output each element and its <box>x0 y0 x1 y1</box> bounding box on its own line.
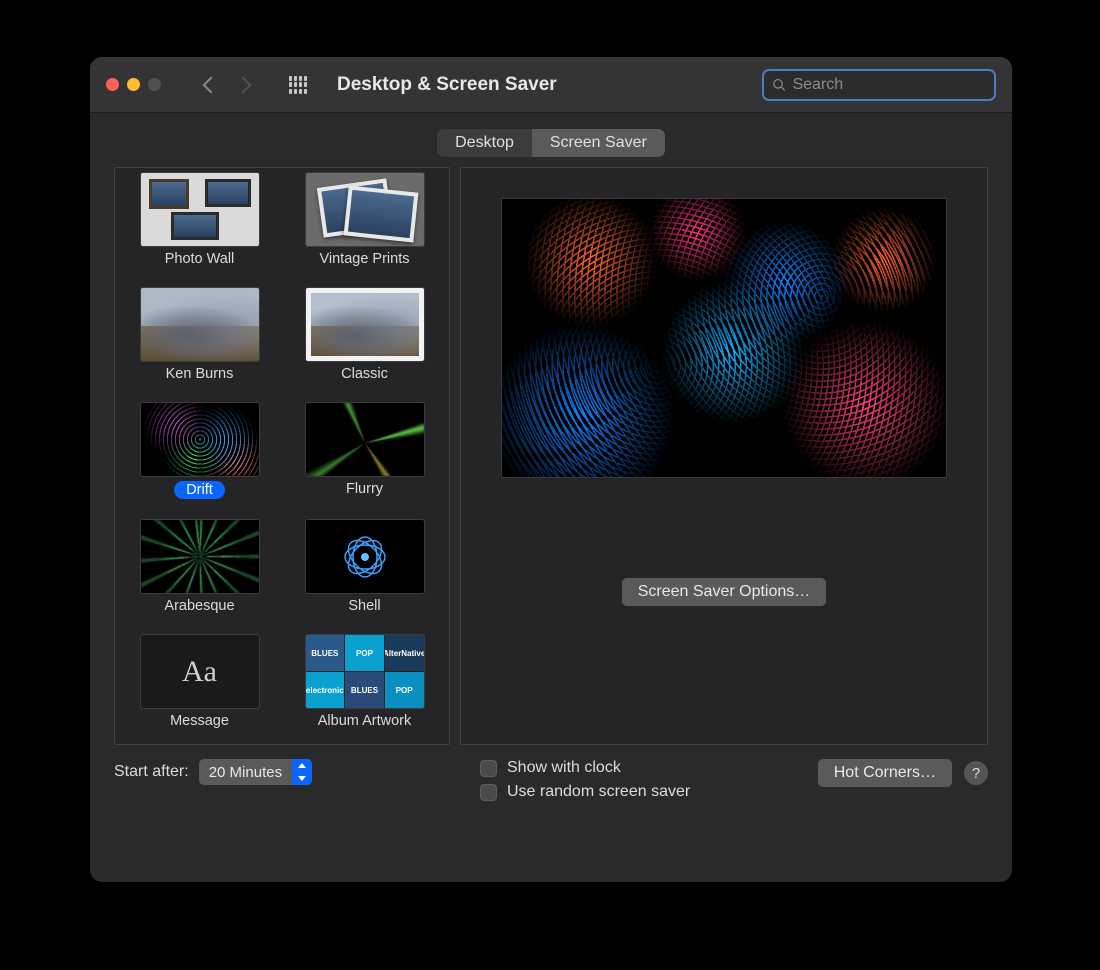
back-button[interactable] <box>203 76 220 93</box>
screensaver-list[interactable]: Photo Wall Vintage Prints Ken Burns Clas… <box>114 167 450 745</box>
footer-controls: Start after: 20 Minutes Show with clock … <box>114 745 988 801</box>
saver-label: Arabesque <box>164 598 234 614</box>
search-icon <box>772 77 786 93</box>
saver-label: Shell <box>348 598 380 614</box>
checkbox-label: Show with clock <box>507 759 621 777</box>
hot-corners-button[interactable]: Hot Corners… <box>818 759 952 787</box>
saver-label: Album Artwork <box>318 713 411 729</box>
random-saver-checkbox[interactable]: Use random screen saver <box>480 783 792 801</box>
saver-classic[interactable]: Classic <box>286 287 443 382</box>
thumb-album-artwork: BLUESPOPAlterNativeelectronicBLUESPOP <box>305 634 425 709</box>
thumb-photo-wall <box>140 172 260 247</box>
checkbox-icon <box>480 784 497 801</box>
tab-segmented-control: Desktop Screen Saver <box>437 129 665 157</box>
thumb-flurry <box>305 402 425 477</box>
preview-panel: Screen Saver Options… <box>460 167 988 745</box>
saver-message[interactable]: Aa Message <box>121 634 278 729</box>
screen-saver-options-button[interactable]: Screen Saver Options… <box>622 578 827 606</box>
zoom-window-button[interactable] <box>148 78 161 91</box>
nav-buttons <box>205 79 249 91</box>
select-stepper-icon <box>292 759 312 785</box>
preferences-window: Desktop & Screen Saver Desktop Screen Sa… <box>90 57 1012 882</box>
thumb-classic <box>305 287 425 362</box>
saver-label: Message <box>170 713 229 729</box>
forward-button <box>235 76 252 93</box>
saver-photo-wall[interactable]: Photo Wall <box>121 172 278 267</box>
saver-label: Photo Wall <box>165 251 235 267</box>
start-after-label: Start after: <box>114 763 189 781</box>
saver-ken-burns[interactable]: Ken Burns <box>121 287 278 382</box>
saver-label: Vintage Prints <box>319 251 409 267</box>
traffic-lights <box>106 78 161 91</box>
show-all-icon[interactable] <box>289 76 307 94</box>
show-with-clock-checkbox[interactable]: Show with clock <box>480 759 792 777</box>
content-area: Photo Wall Vintage Prints Ken Burns Clas… <box>90 167 1012 882</box>
tab-desktop[interactable]: Desktop <box>437 129 532 157</box>
saver-album-artwork[interactable]: BLUESPOPAlterNativeelectronicBLUESPOP Al… <box>286 634 443 729</box>
thumb-arabesque <box>140 519 260 594</box>
start-after-value: 20 Minutes <box>199 764 292 781</box>
saver-label: Flurry <box>346 481 383 497</box>
minimize-window-button[interactable] <box>127 78 140 91</box>
saver-drift[interactable]: Drift <box>121 402 278 499</box>
titlebar: Desktop & Screen Saver <box>90 57 1012 113</box>
checkbox-label: Use random screen saver <box>507 783 690 801</box>
search-field[interactable] <box>762 69 996 101</box>
saver-shell[interactable]: Shell <box>286 519 443 614</box>
saver-flurry[interactable]: Flurry <box>286 402 443 499</box>
screensaver-preview[interactable] <box>501 198 947 478</box>
saver-vintage-prints[interactable]: Vintage Prints <box>286 172 443 267</box>
tab-screen-saver[interactable]: Screen Saver <box>532 129 665 157</box>
thumb-vintage-prints <box>305 172 425 247</box>
thumb-ken-burns <box>140 287 260 362</box>
saver-label-selected: Drift <box>174 481 225 499</box>
help-button[interactable]: ? <box>964 761 988 785</box>
thumb-drift <box>140 402 260 477</box>
window-title: Desktop & Screen Saver <box>337 74 557 96</box>
close-window-button[interactable] <box>106 78 119 91</box>
start-after-select[interactable]: 20 Minutes <box>199 759 312 785</box>
thumb-message: Aa <box>140 634 260 709</box>
thumb-shell <box>305 519 425 594</box>
checkbox-icon <box>480 760 497 777</box>
tab-row: Desktop Screen Saver <box>90 113 1012 167</box>
saver-arabesque[interactable]: Arabesque <box>121 519 278 614</box>
saver-label: Classic <box>341 366 388 382</box>
saver-label: Ken Burns <box>166 366 234 382</box>
search-input[interactable] <box>792 76 986 94</box>
